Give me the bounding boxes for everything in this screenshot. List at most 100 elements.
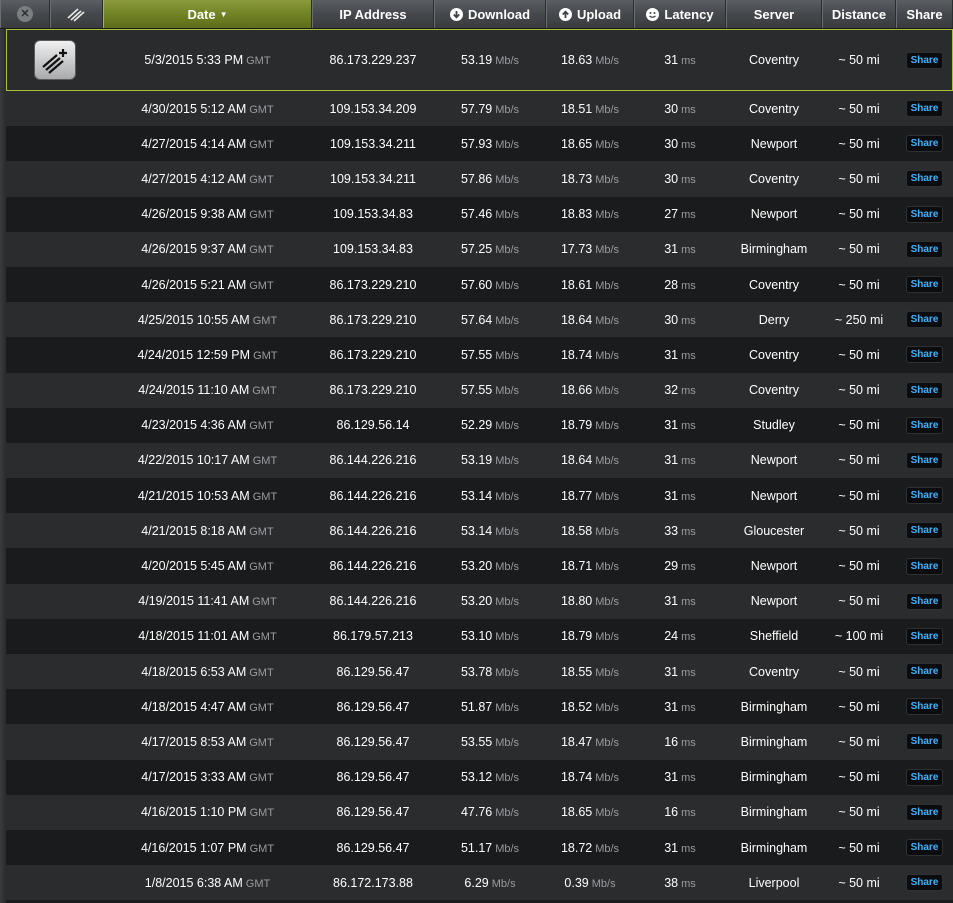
sort-descending-icon: ▼	[219, 9, 228, 19]
share-button[interactable]: Share	[905, 451, 944, 469]
table-row[interactable]: 4/18/2015 11:01 AM GMT 86.179.57.213 53.10 M…	[6, 618, 953, 654]
latency-unit: ms	[681, 842, 696, 855]
distance-value: ~ 50 mi	[838, 207, 880, 222]
share-button[interactable]: Share	[905, 276, 944, 294]
latency-unit: ms	[681, 138, 696, 151]
table-row[interactable]: 4/26/2015 9:37 AM GMT 109.153.34.83 57.25 Mb…	[6, 231, 953, 267]
column-header-latency[interactable]: Latency	[634, 0, 726, 28]
table-row[interactable]: 4/21/2015 8:18 AM GMT 86.144.226.216 53.14 M…	[6, 513, 953, 549]
server-cell: Birmingham	[726, 735, 822, 749]
latency-value: 31	[664, 840, 679, 855]
ip-value: 109.153.34.211	[330, 171, 416, 186]
table-row[interactable]: 4/16/2015 1:10 PM GMT 86.129.56.47 47.76 Mb/…	[6, 794, 953, 830]
date-value: 4/26/2015 5:21 AM	[141, 277, 247, 292]
column-header-upload[interactable]: Upload	[546, 0, 634, 28]
download-unit: Mb/s	[495, 842, 520, 855]
column-header-server[interactable]: Server	[726, 0, 822, 28]
share-button[interactable]: Share	[905, 874, 944, 892]
latency-unit: ms	[681, 490, 696, 503]
column-header-ip[interactable]: IP Address	[312, 0, 434, 28]
download-unit: Mb/s	[495, 631, 520, 644]
share-button[interactable]: Share	[905, 733, 944, 751]
share-button[interactable]: Share	[905, 51, 944, 69]
ip-value: 86.173.229.210	[329, 347, 417, 362]
share-button[interactable]: Share	[905, 557, 944, 575]
server-value: Birmingham	[740, 805, 808, 820]
table-row[interactable]: 4/21/2015 10:53 AM GMT 86.144.226.216 53.14…	[6, 478, 953, 514]
date-cell: 4/25/2015 10:55 AM GMT	[103, 313, 312, 327]
share-button[interactable]: Share	[905, 522, 944, 540]
share-button[interactable]: Share	[905, 100, 944, 118]
table-row[interactable]: 4/20/2015 5:45 AM GMT 86.144.226.216 53.20 M…	[6, 548, 953, 584]
share-button[interactable]: Share	[905, 170, 944, 188]
table-row[interactable]: 4/26/2015 9:38 AM GMT 109.153.34.83 57.46 Mb…	[6, 196, 953, 232]
download-cell: 53.19 Mb/s	[434, 453, 546, 467]
distance-cell: ~ 50 mi	[822, 207, 896, 221]
table-row[interactable]: 4/17/2015 3:33 AM GMT 86.129.56.47 53.12 Mb/…	[6, 759, 953, 795]
share-button[interactable]: Share	[905, 135, 944, 153]
share-button[interactable]: Share	[905, 205, 944, 223]
result-thumbnail-icon[interactable]	[33, 40, 76, 80]
share-button[interactable]: Share	[905, 381, 944, 399]
table-row[interactable]: 4/26/2015 5:21 AM GMT 86.173.229.210 57.60 M…	[6, 266, 953, 303]
share-button[interactable]: Share	[905, 416, 944, 434]
column-header-download[interactable]: Download	[434, 0, 546, 28]
table-row[interactable]: 4/19/2015 11:41 AM GMT 86.144.226.216 53.20…	[6, 583, 953, 619]
download-cell: 51.17 Mb/s	[434, 841, 546, 855]
table-row[interactable]: 4/30/2015 5:12 AM GMT 109.153.34.209 57.79 M…	[6, 91, 953, 127]
share-button[interactable]: Share	[905, 240, 944, 258]
share-button[interactable]: Share	[905, 592, 944, 610]
column-header-date[interactable]: Date ▼	[103, 0, 312, 28]
table-row[interactable]: 4/16/2015 1:07 PM GMT 86.129.56.47 51.17 Mb/…	[6, 829, 953, 866]
upload-unit: Mb/s	[595, 736, 620, 749]
table-row[interactable]: 4/17/2015 8:53 AM GMT 86.129.56.47 53.55 Mb/…	[6, 724, 953, 760]
table-row[interactable]: 4/18/2015 6:53 AM GMT 86.129.56.47 53.78 Mb/…	[6, 654, 953, 690]
server-value: Gloucester	[743, 523, 805, 538]
table-row[interactable]: 4/24/2015 12:59 PM GMT 86.173.229.210 57.55…	[6, 337, 953, 373]
close-icon[interactable]: ✕	[17, 6, 33, 22]
distance-value: ~ 50 mi	[838, 664, 880, 679]
ip-value: 86.129.56.47	[336, 734, 410, 749]
table-row[interactable]: 1/8/2015 6:38 AM GMT 86.172.173.88 6.29 Mb/s…	[6, 865, 953, 901]
server-cell: Sheffield	[726, 629, 822, 643]
ip-cell: 86.129.56.47	[312, 841, 434, 855]
upload-cell: 18.77 Mb/s	[546, 489, 634, 503]
share-button[interactable]: Share	[905, 663, 944, 681]
download-unit: Mb/s	[495, 490, 520, 503]
share-button[interactable]: Share	[905, 487, 944, 505]
table-row[interactable]: 4/27/2015 4:12 AM GMT 109.153.34.211 57.86 M…	[6, 161, 953, 197]
timezone-label: GMT	[249, 103, 274, 116]
table-row[interactable]: 4/18/2015 4:47 AM GMT 86.129.56.47 51.87 Mb/…	[6, 689, 953, 725]
date-cell: 4/26/2015 5:21 AM GMT	[103, 278, 312, 292]
share-cell: Share	[896, 416, 953, 434]
share-button[interactable]: Share	[905, 346, 944, 364]
table-row[interactable]: 4/23/2015 4:36 AM GMT 86.129.56.14 52.29 Mb/…	[6, 407, 953, 443]
timezone-label: GMT	[249, 842, 275, 855]
column-header-distance[interactable]: Distance	[822, 0, 896, 28]
share-button[interactable]: Share	[905, 803, 944, 821]
share-button[interactable]: Share	[905, 627, 944, 645]
table-row[interactable]: 4/24/2015 11:10 AM GMT 86.173.229.210 57.55…	[6, 372, 953, 408]
timezone-label: GMT	[252, 631, 277, 644]
table-row[interactable]: 4/22/2015 10:17 AM GMT 86.144.226.216 53.19…	[6, 442, 953, 479]
latency-value: 16	[664, 805, 679, 820]
thumbnail-column-header[interactable]	[50, 0, 103, 28]
distance-cell: ~ 50 mi	[822, 242, 896, 256]
distance-value: ~ 50 mi	[838, 383, 880, 398]
latency-unit: ms	[681, 736, 696, 749]
share-button[interactable]: Share	[905, 698, 944, 716]
download-value: 53.20	[460, 594, 493, 609]
share-button[interactable]: Share	[905, 839, 944, 857]
download-value: 53.14	[460, 488, 493, 503]
distance-value: ~ 250 mi	[834, 312, 884, 327]
share-button[interactable]: Share	[905, 311, 944, 329]
table-row[interactable]: 5/3/2015 5:33 PM GMT 86.173.229.237 53.19 Mb…	[6, 29, 953, 91]
server-cell: Newport	[726, 489, 822, 503]
download-value: 47.76	[460, 805, 493, 820]
latency-value: 32	[664, 383, 679, 398]
share-button[interactable]: Share	[905, 768, 944, 786]
date-cell: 4/16/2015 1:07 PM GMT	[103, 841, 312, 855]
table-row[interactable]: 4/25/2015 10:55 AM GMT 86.173.229.210 57.64…	[6, 302, 953, 338]
download-value: 57.46	[460, 207, 493, 222]
table-row[interactable]: 4/27/2015 4:14 AM GMT 109.153.34.211 57.93 M…	[6, 126, 953, 162]
